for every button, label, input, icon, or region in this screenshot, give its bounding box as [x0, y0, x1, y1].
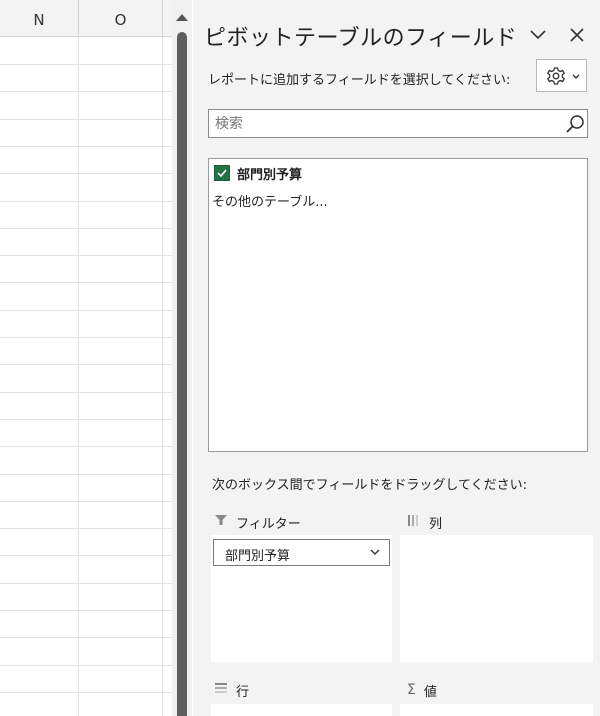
grid-row-line — [0, 337, 172, 338]
filter-icon — [214, 514, 228, 530]
grid-row-line — [0, 610, 172, 611]
values-area-label: 値 — [423, 684, 437, 700]
filter-area-label: フィルター — [236, 516, 301, 532]
vertical-scrollbar[interactable] — [172, 0, 192, 716]
column-separator[interactable] — [162, 0, 163, 36]
spreadsheet-grid[interactable]: N O — [0, 0, 172, 716]
search-input[interactable] — [215, 113, 545, 134]
grid-row-line — [0, 201, 172, 202]
grid-column-line — [78, 37, 79, 716]
column-header-row: N O — [0, 0, 172, 37]
grid-row-line — [0, 474, 172, 475]
grid-row-line — [0, 392, 172, 393]
pane-options-button[interactable] — [525, 22, 551, 48]
columns-icon — [407, 514, 421, 531]
grid-row-line — [0, 228, 172, 229]
rows-icon — [214, 682, 228, 698]
grid-row-line — [0, 173, 172, 174]
filter-field-pill[interactable]: 部門別予算 — [213, 539, 390, 566]
grid-row-line — [0, 64, 172, 65]
choose-fields-label: レポートに追加するフィールドを選択してください: — [208, 73, 511, 88]
grid-row-line — [0, 555, 172, 556]
pivot-fields-pane: ピボットテーブルのフィールド レポートに追加するフィールドを選択してください: — [193, 0, 600, 716]
filter-area-header: フィルター — [214, 508, 301, 536]
field-checkbox[interactable] — [214, 165, 230, 181]
filter-field-label: 部門別予算 — [225, 549, 291, 564]
drag-fields-label: 次のボックス間でフィールドをドラッグしてください: — [212, 478, 527, 493]
grid-row-line — [0, 692, 172, 693]
filter-drop-area[interactable]: 部門別予算 — [211, 535, 392, 662]
columns-area-label: 列 — [429, 516, 443, 532]
sigma-icon: Σ — [407, 682, 416, 698]
column-header-n[interactable]: N — [0, 0, 78, 36]
grid-row-line — [0, 146, 172, 147]
chevron-down-icon — [370, 549, 380, 555]
columns-drop-area[interactable] — [400, 535, 593, 662]
grid-row-line — [0, 419, 172, 420]
scroll-up-arrow-icon[interactable] — [176, 14, 188, 21]
column-header-o[interactable]: O — [79, 0, 162, 36]
grid-row-line — [0, 583, 172, 584]
search-field[interactable] — [208, 109, 588, 138]
grid-row-line — [0, 282, 172, 283]
grid-row-line — [0, 255, 172, 256]
field-list-settings-button[interactable] — [536, 59, 587, 92]
search-icon[interactable] — [564, 113, 586, 135]
cell-grid[interactable] — [0, 37, 172, 716]
chevron-down-icon — [530, 30, 546, 40]
grid-row-line — [0, 637, 172, 638]
pane-title: ピボットテーブルのフィールド — [204, 26, 518, 51]
grid-row-line — [0, 501, 172, 502]
rows-area-header: 行 — [214, 676, 249, 704]
grid-row-line — [0, 665, 172, 666]
grid-row-line — [0, 446, 172, 447]
rows-drop-area[interactable] — [211, 704, 392, 716]
grid-row-line — [0, 528, 172, 529]
pane-close-button[interactable] — [564, 22, 590, 48]
grid-row-line — [0, 364, 172, 365]
grid-row-line — [0, 91, 172, 92]
close-icon — [570, 28, 584, 42]
field-list: 部門別予算 その他のテーブル... — [208, 158, 588, 452]
values-drop-area[interactable] — [400, 704, 593, 716]
field-item-label: 部門別予算 — [237, 167, 303, 183]
field-item-budget-by-department[interactable]: 部門別予算 — [214, 162, 302, 184]
grid-column-line — [162, 37, 163, 716]
scrollbar-thumb[interactable] — [177, 32, 187, 716]
more-tables-link[interactable]: その他のテーブル... — [212, 191, 328, 210]
columns-area-header: 列 — [407, 508, 442, 536]
grid-row-line — [0, 310, 172, 311]
check-icon — [217, 169, 227, 178]
values-area-header: Σ 値 — [407, 676, 437, 704]
gear-icon — [546, 67, 580, 85]
grid-row-line — [0, 119, 172, 120]
rows-area-label: 行 — [236, 684, 250, 700]
